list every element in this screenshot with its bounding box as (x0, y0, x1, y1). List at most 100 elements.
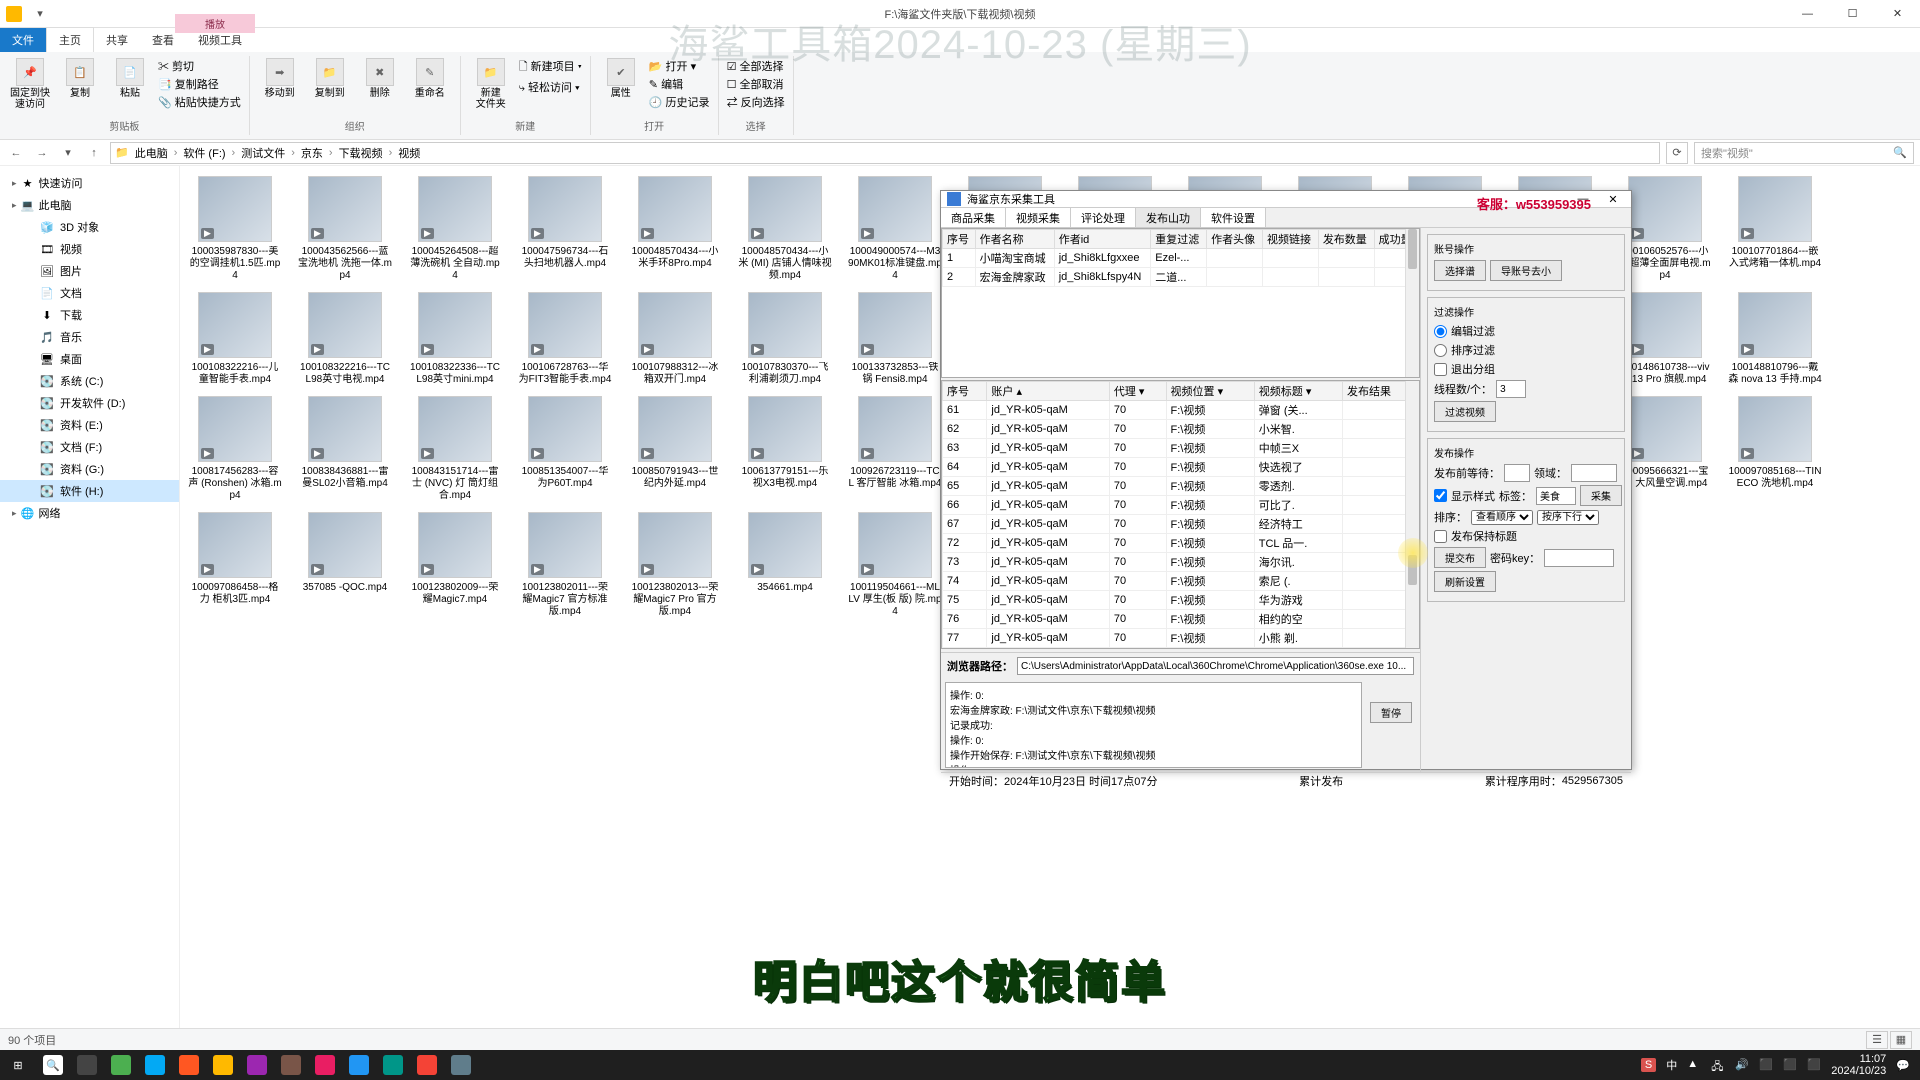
file-thumbnail[interactable]: 100926723119---TCL 客厅智能 冰箱.mp4 (848, 396, 942, 502)
ribbon-button[interactable]: ✎重命名 (408, 58, 452, 99)
ribbon-item[interactable]: 📎 粘贴快捷方式 (158, 94, 241, 110)
file-thumbnail[interactable]: 100108322216---儿童智能手表.mp4 (188, 292, 282, 386)
sidebar-item[interactable]: ⬇下载 (0, 304, 179, 326)
ribbon-button[interactable]: ✔属性 (599, 58, 643, 99)
pause-button[interactable]: 暂停 (1370, 702, 1412, 723)
nav-forward[interactable]: → (32, 143, 52, 163)
type-select[interactable]: 按序下行 (1537, 510, 1599, 525)
tray-icon[interactable]: 中 (1666, 1057, 1677, 1073)
thread-count-input[interactable] (1496, 380, 1526, 398)
search-input[interactable]: 搜索"视频" 🔍 (1694, 142, 1914, 164)
tray-icon[interactable]: ▲ (1687, 1058, 1701, 1072)
file-thumbnail[interactable]: 100123802011---荣耀Magic7 官方标准版.mp4 (518, 512, 612, 618)
file-thumbnail[interactable]: 100047596734---石头扫地机器人.mp4 (518, 176, 612, 282)
tag-collect-button[interactable]: 采集 (1580, 485, 1622, 506)
tray-icon[interactable]: ⬛ (1759, 1058, 1773, 1072)
pwd-input[interactable] (1544, 549, 1614, 567)
ribbon-item[interactable]: 📑 复制路径 (158, 76, 241, 92)
nav-up[interactable]: ↑ (84, 143, 104, 163)
file-thumbnail[interactable]: 100095666321---宝洁 大风量空调.mp4 (1618, 396, 1712, 502)
ribbon-item[interactable]: 🗋 新建项目 ▾ (519, 58, 582, 77)
taskbar-app[interactable] (240, 1050, 274, 1080)
file-thumbnail[interactable]: 100148810796---戴森 nova 13 手持.mp4 (1728, 292, 1822, 386)
sidebar-section[interactable]: ▸★快速访问 (0, 172, 179, 194)
sidebar-item[interactable]: 🖥桌面 (0, 348, 179, 370)
file-thumbnail[interactable]: 100045264508---超薄洗碗机 全自动.mp4 (408, 176, 502, 282)
file-thumbnail[interactable]: 100097085168---TINECO 洗地机.mp4 (1728, 396, 1822, 502)
breadcrumb-segment[interactable]: 下载视频 (335, 145, 387, 161)
file-thumbnail[interactable]: 100148610738---vivo 13 Pro 旗舰.mp4 (1618, 292, 1712, 386)
close-button[interactable]: ✕ (1875, 0, 1920, 28)
ribbon-button[interactable]: 📄粘贴 (108, 58, 152, 99)
order-select[interactable]: 查看顺序 (1471, 510, 1533, 525)
breadcrumb-segment[interactable]: 软件 (F:) (179, 145, 229, 161)
area-input[interactable] (1571, 464, 1617, 482)
sidebar-section[interactable]: ▸🌐网络 (0, 502, 179, 524)
sidebar-item[interactable]: 🎞视频 (0, 238, 179, 260)
breadcrumb-segment[interactable]: 测试文件 (237, 145, 289, 161)
file-thumbnail[interactable]: 100097086458---格力 柜机3匹.mp4 (188, 512, 282, 618)
taskbar-app[interactable] (206, 1050, 240, 1080)
filter-video-button[interactable]: 过滤视频 (1434, 401, 1496, 422)
refresh-settings-button[interactable]: 刷新设置 (1434, 571, 1496, 592)
dialog-title-bar[interactable]: 海鲨京东采集工具 客服：w553959395 — ✕ (941, 191, 1631, 208)
sidebar-item[interactable]: 💽开发软件 (D:) (0, 392, 179, 414)
taskbar-app[interactable] (410, 1050, 444, 1080)
qat-item[interactable]: ▾ (32, 6, 48, 22)
taskbar-app[interactable] (342, 1050, 376, 1080)
minimize-button[interactable]: — (1785, 0, 1830, 28)
maximize-button[interactable]: ☐ (1830, 0, 1875, 28)
taskbar-app[interactable] (444, 1050, 478, 1080)
taskbar-app[interactable] (376, 1050, 410, 1080)
breadcrumb-segment[interactable]: 京东 (297, 145, 327, 161)
refresh-button[interactable]: ⟳ (1666, 142, 1688, 164)
file-thumbnail[interactable]: 100850791943---世纪内外延.mp4 (628, 396, 722, 502)
tray-volume-icon[interactable]: 🔊 (1735, 1058, 1749, 1072)
taskbar-app[interactable] (308, 1050, 342, 1080)
browser-path-input[interactable] (1017, 657, 1414, 675)
dialog-tab[interactable]: 评论处理 (1071, 208, 1136, 227)
start-button[interactable]: ⊞ (0, 1050, 36, 1080)
dialog-tab[interactable]: 视频采集 (1006, 208, 1071, 227)
sidebar-item[interactable]: 🎵音乐 (0, 326, 179, 348)
video-grid[interactable]: 序号账户 ▴代理 ▾视频位置 ▾视频标题 ▾发布结果61jd_YR-k05-qa… (941, 380, 1420, 649)
taskbar-search[interactable]: 🔍 (36, 1050, 70, 1080)
file-thumbnail[interactable]: 100817456283---容声 (Ronshen) 冰箱.mp4 (188, 396, 282, 502)
ribbon-item[interactable]: ✎ 编辑 (649, 76, 710, 92)
file-thumbnail[interactable]: 100108322336---TCL98英寸mini.mp4 (408, 292, 502, 386)
ribbon-item[interactable]: ✂ 剪切 (158, 58, 241, 74)
view-thumbs-button[interactable]: ▦ (1890, 1031, 1912, 1049)
ribbon-button[interactable]: 📋复制 (58, 58, 102, 99)
ribbon-item[interactable]: 📂 打开 ▾ (649, 58, 710, 74)
ribbon-item[interactable]: ⤷ 轻松访问 ▾ (519, 79, 582, 95)
nav-recent[interactable]: ▾ (58, 143, 78, 163)
export-account-button[interactable]: 导账号去小 (1490, 260, 1562, 281)
sidebar-section[interactable]: ▸💻此电脑 (0, 194, 179, 216)
file-thumbnail[interactable]: 100048570434---小米手环8Pro.mp4 (628, 176, 722, 282)
show-style-check[interactable] (1434, 489, 1447, 502)
file-thumbnail[interactable]: 100107701864---嵌入式烤箱一体机.mp4 (1728, 176, 1822, 282)
ribbon-button[interactable]: 📌固定到快 速访问 (8, 58, 52, 110)
wait-input[interactable] (1504, 464, 1530, 482)
tray-icon[interactable]: ⬛ (1807, 1058, 1821, 1072)
dialog-tab[interactable]: 商品采集 (941, 208, 1006, 227)
file-thumbnail[interactable]: 100106052576---小米超薄全面屏电视.mp4 (1618, 176, 1712, 282)
notification-button[interactable]: 💬 (1896, 1059, 1910, 1072)
ribbon-button[interactable]: 📁新建 文件夹 (469, 58, 513, 110)
ribbon-item[interactable]: ☐ 全部取消 (727, 76, 785, 92)
sidebar-item[interactable]: 💽资料 (E:) (0, 414, 179, 436)
ime-indicator[interactable]: S (1641, 1058, 1656, 1072)
tab-file[interactable]: 文件 (0, 28, 46, 52)
file-thumbnail[interactable]: 100048570434---小米 (MI) 店铺人情味视频.mp4 (738, 176, 832, 282)
filter-radio-edit[interactable] (1434, 325, 1447, 338)
file-thumbnail[interactable]: 100107988312---冰箱双开门.mp4 (628, 292, 722, 386)
taskbar-app[interactable] (274, 1050, 308, 1080)
tag-input[interactable] (1536, 487, 1576, 505)
taskbar-app[interactable] (172, 1050, 206, 1080)
taskbar-app[interactable] (104, 1050, 138, 1080)
sidebar-item[interactable]: 💽系统 (C:) (0, 370, 179, 392)
dialog-close[interactable]: ✕ (1601, 193, 1625, 206)
dialog-tab[interactable]: 软件设置 (1201, 208, 1266, 227)
file-thumbnail[interactable]: 100043562566---蓝宝洗地机 洗拖一体.mp4 (298, 176, 392, 282)
scrollbar[interactable] (1405, 229, 1419, 377)
